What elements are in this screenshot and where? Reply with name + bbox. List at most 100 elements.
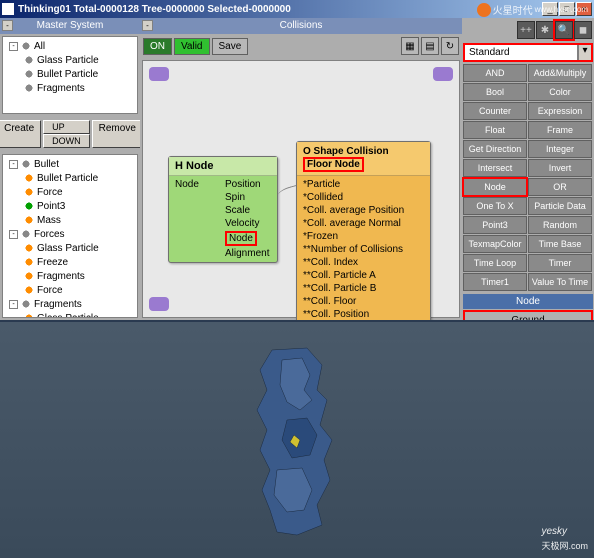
tree-item[interactable]: Fragments xyxy=(5,81,135,95)
action-button-row: Create UP DOWN Remove xyxy=(0,116,140,152)
create-button[interactable]: Create xyxy=(0,120,41,148)
node-editor-panel: - Collisions ON Valid Save ▦ ▤ ↻ H Node … xyxy=(140,18,462,320)
node-type-button[interactable]: Counter xyxy=(463,102,527,120)
node-output[interactable]: **Coll. Index xyxy=(301,256,426,269)
node-type-button[interactable]: One To X xyxy=(463,197,527,215)
node-output[interactable]: *Particle xyxy=(301,178,426,191)
node-type-button[interactable]: Add&Multiply xyxy=(528,64,592,82)
tree-item[interactable]: Glass Particle xyxy=(5,311,135,318)
node-canvas[interactable]: H Node Node PositionSpinScaleVelocityNod… xyxy=(142,60,460,318)
node-type-button[interactable]: Frame xyxy=(528,121,592,139)
node-type-button[interactable]: Bool xyxy=(463,83,527,101)
node-type-button[interactable]: Invert xyxy=(528,159,592,177)
library-toolbar: ++ ✱ 🔍 ◼ xyxy=(462,18,594,42)
node-port[interactable]: Velocity xyxy=(223,217,273,230)
node-type-button[interactable]: Timer1 xyxy=(463,273,527,291)
tree-item[interactable]: Glass Particle xyxy=(5,53,135,67)
sync-icon[interactable]: ↻ xyxy=(441,37,459,55)
node-type-button[interactable]: Integer xyxy=(528,140,592,158)
node-output[interactable]: **Coll. Floor xyxy=(301,295,426,308)
tree-item[interactable]: Point3 xyxy=(5,199,135,213)
node-output[interactable]: *Frozen xyxy=(301,230,426,243)
node-output[interactable]: **Coll. Particle A xyxy=(301,269,426,282)
down-button[interactable]: DOWN xyxy=(43,134,90,148)
gear-icon xyxy=(23,82,35,94)
orange-icon xyxy=(23,242,35,254)
node-output[interactable]: *Collided xyxy=(301,191,426,204)
input-port[interactable] xyxy=(149,297,169,311)
dynamics-tree[interactable]: -BulletBullet ParticleForcePoint3Mass-Fo… xyxy=(2,154,138,318)
floor-node-highlight[interactable]: Floor Node xyxy=(303,157,364,172)
cube-icon[interactable]: ◼ xyxy=(574,21,592,39)
h-node[interactable]: H Node Node PositionSpinScaleVelocityNod… xyxy=(168,156,278,263)
node-output[interactable]: *Coll. average Normal xyxy=(301,217,426,230)
node-sub-header: Node xyxy=(463,294,593,309)
tree-item[interactable]: Glass Particle xyxy=(5,241,135,255)
tree-item[interactable]: Bullet Particle xyxy=(5,171,135,185)
tree-item[interactable]: -Forces xyxy=(5,227,135,241)
tree-item[interactable]: Force xyxy=(5,283,135,297)
remove-button[interactable]: Remove xyxy=(92,120,143,148)
node-type-button[interactable]: Particle Data xyxy=(528,197,592,215)
tree-item[interactable]: -Fragments xyxy=(5,297,135,311)
node-type-button[interactable]: Time Loop xyxy=(463,254,527,272)
chevron-down-icon[interactable]: ▾ xyxy=(578,44,592,61)
node-type-button[interactable]: Timer xyxy=(528,254,592,272)
node-output[interactable]: *Coll. average Position xyxy=(301,204,426,217)
editor-toolbar: ON Valid Save ▦ ▤ ↻ xyxy=(140,34,462,58)
master-tree[interactable]: -All Glass Particle Bullet Particle Frag… xyxy=(2,36,138,114)
node-port[interactable]: Spin xyxy=(223,191,273,204)
node-title: O Shape Collision Floor Node xyxy=(297,142,430,176)
on-button[interactable]: ON xyxy=(143,38,172,55)
node-output[interactable]: **Coll. Particle B xyxy=(301,282,426,295)
node-type-button[interactable]: AND xyxy=(463,64,527,82)
tree-item[interactable]: Fragments xyxy=(5,269,135,283)
node-port[interactable]: Alignment xyxy=(223,247,273,260)
save-button[interactable]: Save xyxy=(212,38,249,55)
tree-item[interactable]: Mass xyxy=(5,213,135,227)
tree-item[interactable]: -Bullet xyxy=(5,157,135,171)
orange-icon xyxy=(23,284,35,296)
node-port[interactable]: Scale xyxy=(223,204,273,217)
add-icon[interactable]: ++ xyxy=(517,21,535,39)
input-port[interactable] xyxy=(149,67,169,81)
node-port[interactable]: Node xyxy=(223,230,273,247)
node-type-button[interactable]: OR xyxy=(528,178,592,196)
search-icon[interactable]: 🔍 xyxy=(555,21,573,39)
node-type-button[interactable]: Color xyxy=(528,83,592,101)
node-output[interactable]: **Number of Collisions xyxy=(301,243,426,256)
category-dropdown[interactable]: Standard ▾ xyxy=(464,44,592,61)
gear-icon[interactable]: ✱ xyxy=(536,21,554,39)
left-panel: - Master System -All Glass Particle Bull… xyxy=(0,18,140,320)
tool-icon[interactable]: ▤ xyxy=(421,37,439,55)
node-type-button[interactable]: Time Base xyxy=(528,235,592,253)
node-type-button[interactable]: Point3 xyxy=(463,216,527,234)
node-port[interactable]: Node xyxy=(173,178,223,191)
output-port[interactable] xyxy=(433,67,453,81)
orange-icon xyxy=(23,172,35,184)
node-type-button[interactable]: Random xyxy=(528,216,592,234)
node-type-button[interactable]: Intersect xyxy=(463,159,527,177)
panel-collapse-button[interactable]: - xyxy=(2,20,13,31)
tree-item[interactable]: Bullet Particle xyxy=(5,67,135,81)
node-type-button[interactable]: Value To Time xyxy=(528,273,592,291)
tree-item[interactable]: Force xyxy=(5,185,135,199)
app-icon xyxy=(2,3,14,15)
up-button[interactable]: UP xyxy=(43,120,90,134)
tree-item[interactable]: Freeze xyxy=(5,255,135,269)
tool-icon[interactable]: ▦ xyxy=(401,37,419,55)
tree-item-all[interactable]: -All xyxy=(5,39,135,53)
node-port[interactable]: Position xyxy=(223,178,273,191)
panel-collapse-button[interactable]: - xyxy=(142,20,153,31)
orange-icon xyxy=(23,270,35,282)
node-type-button[interactable]: Float xyxy=(463,121,527,139)
3d-viewport[interactable]: yesky 天极网.com xyxy=(0,320,594,558)
watermark: 火星时代 www.hxsd.com xyxy=(477,2,588,17)
node-type-button[interactable]: Node xyxy=(463,178,527,196)
node-type-button[interactable]: Expression xyxy=(528,102,592,120)
node-type-button[interactable]: TexmapColor xyxy=(463,235,527,253)
valid-button[interactable]: Valid xyxy=(174,38,210,55)
node-type-button[interactable]: Get Direction xyxy=(463,140,527,158)
dropdown-value: Standard xyxy=(464,44,578,61)
orange-icon xyxy=(23,256,35,268)
